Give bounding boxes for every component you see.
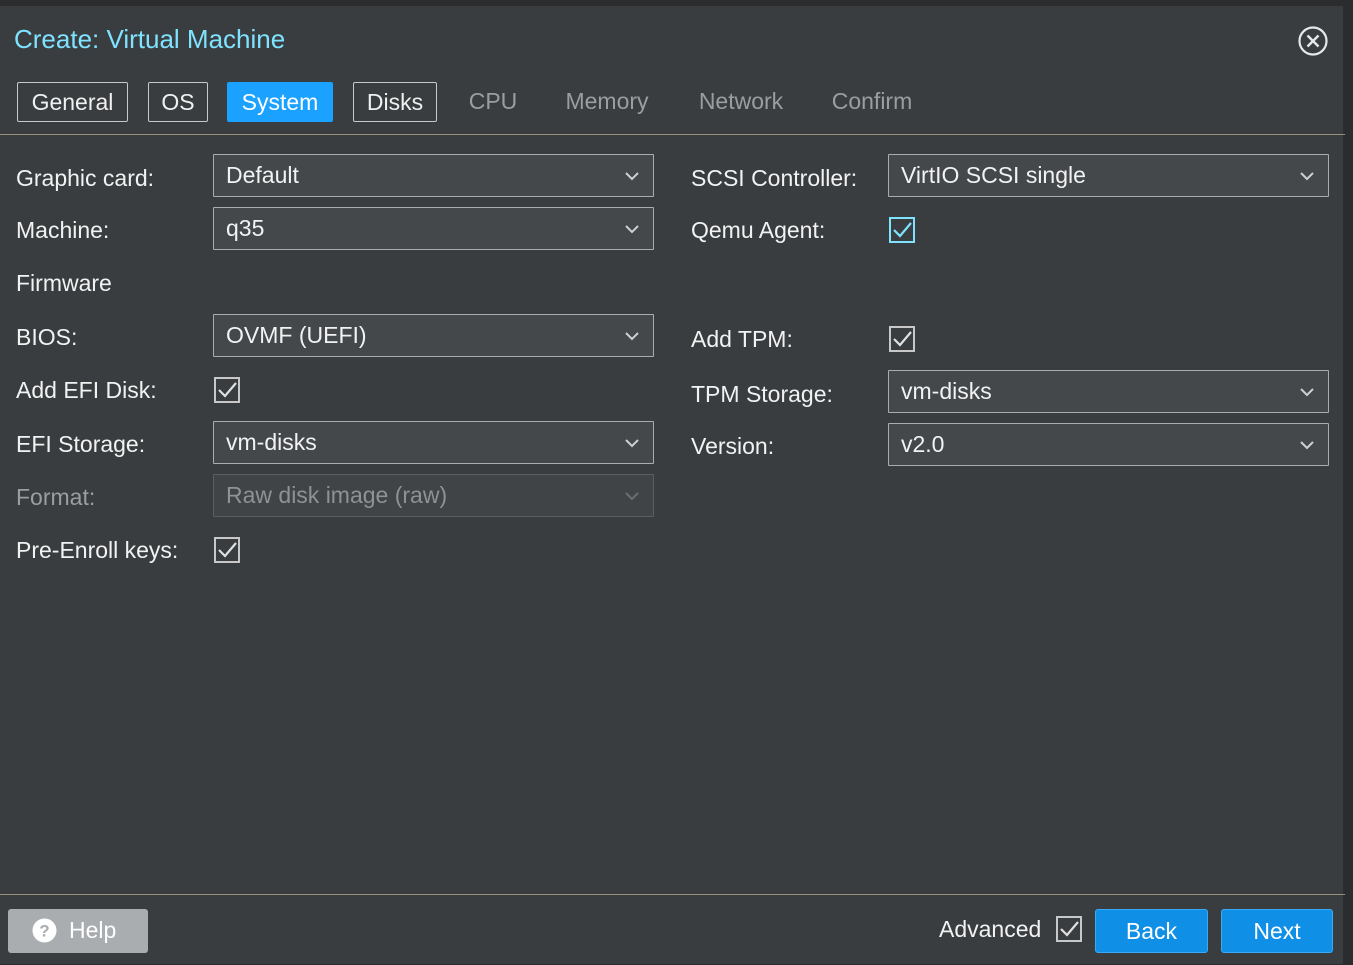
tab-general[interactable]: General <box>17 82 128 122</box>
chevron-down-icon[interactable] <box>1298 167 1316 185</box>
version-value: v2.0 <box>901 431 945 457</box>
chevron-down-icon[interactable] <box>1298 383 1316 401</box>
efi-storage-label: EFI Storage: <box>16 431 146 457</box>
format-value: Raw disk image (raw) <box>226 482 448 508</box>
version-label: Version: <box>691 433 775 459</box>
scsi-controller-label: SCSI Controller: <box>691 165 858 191</box>
firmware-header: Firmware <box>16 270 112 296</box>
chevron-down-icon[interactable] <box>623 434 641 452</box>
format-select: Raw disk image (raw) <box>213 474 654 517</box>
svg-text:?: ? <box>39 922 49 941</box>
pre-enroll-label: Pre-Enroll keys: <box>16 537 179 563</box>
tab-cpu: CPU <box>468 88 518 114</box>
tab-os[interactable]: OS <box>148 82 208 122</box>
footer-divider <box>0 894 1345 895</box>
back-button[interactable]: Back <box>1095 909 1208 953</box>
help-button-label: Help <box>69 917 117 943</box>
help-button[interactable]: ? Help <box>8 909 148 953</box>
version-select[interactable]: v2.0 <box>888 423 1329 466</box>
close-icon[interactable] <box>1297 25 1329 57</box>
tab-memory: Memory <box>565 88 649 114</box>
add-tpm-checkbox[interactable] <box>889 326 915 352</box>
tpm-storage-select[interactable]: vm-disks <box>888 370 1329 413</box>
tpm-storage-label: TPM Storage: <box>691 381 833 407</box>
graphic-card-value: Default <box>226 162 299 188</box>
format-label: Format: <box>16 484 96 510</box>
bios-value: OVMF (UEFI) <box>226 322 367 348</box>
create-vm-dialog: Create: Virtual Machine General OS Syste… <box>0 6 1345 964</box>
efi-storage-value: vm-disks <box>226 429 317 455</box>
graphic-card-select[interactable]: Default <box>213 154 654 197</box>
machine-label: Machine: <box>16 217 110 243</box>
tpm-storage-value: vm-disks <box>901 378 992 404</box>
add-tpm-label: Add TPM: <box>691 326 793 352</box>
add-efi-disk-label: Add EFI Disk: <box>16 377 157 403</box>
chevron-down-icon <box>625 492 639 501</box>
dialog-title: Create: Virtual Machine <box>14 24 286 54</box>
tab-confirm: Confirm <box>831 88 913 114</box>
machine-select[interactable]: q35 <box>213 207 654 250</box>
next-button[interactable]: Next <box>1221 909 1333 953</box>
add-efi-disk-checkbox[interactable] <box>214 377 240 403</box>
tab-system[interactable]: System <box>227 82 333 122</box>
tab-network: Network <box>698 88 784 114</box>
tab-disks[interactable]: Disks <box>353 82 437 122</box>
pre-enroll-checkbox[interactable] <box>214 537 240 563</box>
tab-divider <box>0 134 1345 135</box>
scsi-controller-value: VirtIO SCSI single <box>901 162 1086 188</box>
chevron-down-icon[interactable] <box>623 327 641 345</box>
bios-label: BIOS: <box>16 324 78 350</box>
scsi-controller-select[interactable]: VirtIO SCSI single <box>888 154 1329 197</box>
tab-bar: General OS System Disks CPU Memory Netwo… <box>0 82 1345 136</box>
qemu-agent-label: Qemu Agent: <box>691 217 826 243</box>
graphic-card-label: Graphic card: <box>16 165 155 191</box>
machine-value: q35 <box>226 215 265 241</box>
advanced-label: Advanced <box>939 916 1042 942</box>
chevron-down-icon[interactable] <box>1298 436 1316 454</box>
bios-select[interactable]: OVMF (UEFI) <box>213 314 654 357</box>
chevron-down-icon[interactable] <box>623 167 641 185</box>
efi-storage-select[interactable]: vm-disks <box>213 421 654 464</box>
chevron-down-icon[interactable] <box>623 220 641 238</box>
qemu-agent-checkbox[interactable] <box>889 217 915 243</box>
question-circle-icon: ? <box>32 918 57 943</box>
advanced-checkbox[interactable] <box>1056 916 1082 942</box>
